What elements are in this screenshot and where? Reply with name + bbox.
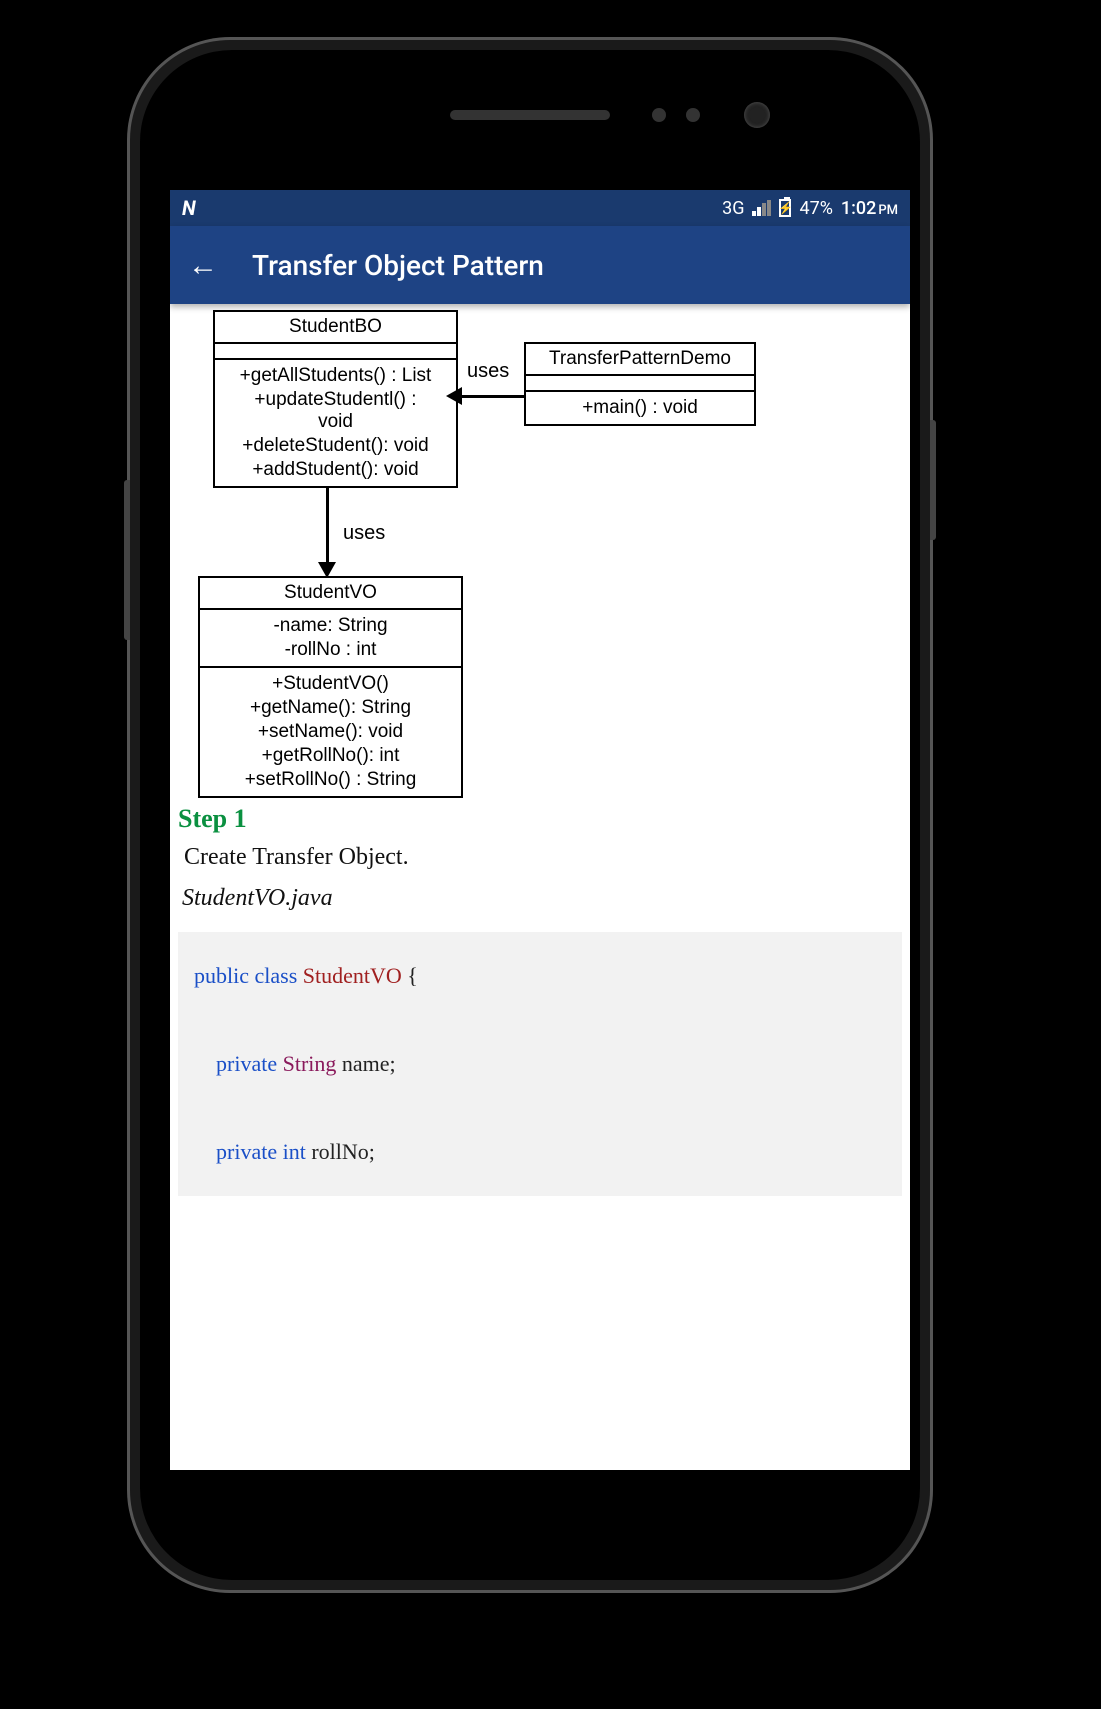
uml-class-studentbo: StudentBO +getAllStudents() : List +upda…: [213, 310, 458, 488]
page-title: Transfer Object Pattern: [252, 249, 544, 282]
uml-class-name: StudentBO: [215, 312, 456, 344]
app-bar: ← Transfer Object Pattern: [170, 226, 910, 304]
uml-relation-label: uses: [467, 360, 509, 383]
volume-button: [124, 480, 130, 640]
back-arrow-icon[interactable]: ←: [188, 248, 218, 283]
phone-speaker: [450, 110, 610, 120]
uml-class-name: StudentVO: [200, 578, 461, 610]
status-bar: N 3G ⚡ 47% 1:02PM: [170, 190, 910, 226]
clock-time: 1:02PM: [841, 198, 898, 219]
uml-arrowhead-icon: [318, 562, 336, 578]
uml-methods: +getAllStudents() : List +updateStudentl…: [215, 360, 456, 486]
nav-indicator-icon: N: [182, 196, 196, 220]
uml-arrow: [458, 395, 524, 398]
code-block: public class StudentVO { private String …: [178, 932, 902, 1196]
screen: N 3G ⚡ 47% 1:02PM ← Transfer Object Patt…: [170, 190, 910, 1470]
power-button: [930, 420, 936, 540]
code-line: private String name;: [194, 1042, 886, 1086]
uml-arrow: [326, 486, 329, 564]
battery-percent: 47%: [799, 198, 832, 219]
code-filename: StudentVO.java: [182, 885, 902, 912]
code-line: private int rollNo;: [194, 1130, 886, 1174]
uml-diagram: StudentBO +getAllStudents() : List +upda…: [178, 310, 902, 800]
phone-camera: [744, 102, 770, 128]
uml-relation-label: uses: [343, 522, 385, 545]
uml-class-transferpatterndemo: TransferPatternDemo +main() : void: [524, 342, 756, 426]
phone-sensors: [652, 108, 700, 122]
uml-attributes-empty: [526, 376, 754, 392]
step-description: Create Transfer Object.: [184, 844, 902, 871]
uml-attributes: -name: String -rollNo : int: [200, 610, 461, 668]
phone-bezel: N 3G ⚡ 47% 1:02PM ← Transfer Object Patt…: [140, 50, 920, 1580]
uml-arrowhead-icon: [446, 387, 462, 405]
code-line: public class StudentVO {: [194, 954, 886, 998]
battery-icon: ⚡: [779, 199, 791, 217]
signal-icon: [752, 200, 771, 216]
uml-attributes-empty: [215, 344, 456, 360]
uml-class-studentvo: StudentVO -name: String -rollNo : int +S…: [198, 576, 463, 798]
network-type: 3G: [722, 198, 744, 219]
phone-frame: N 3G ⚡ 47% 1:02PM ← Transfer Object Patt…: [130, 40, 930, 1590]
uml-methods: +main() : void: [526, 392, 754, 424]
uml-class-name: TransferPatternDemo: [526, 344, 754, 376]
content-area[interactable]: StudentBO +getAllStudents() : List +upda…: [170, 304, 910, 1470]
step-heading: Step 1: [178, 804, 902, 834]
uml-methods: +StudentVO() +getName(): String +setName…: [200, 668, 461, 796]
